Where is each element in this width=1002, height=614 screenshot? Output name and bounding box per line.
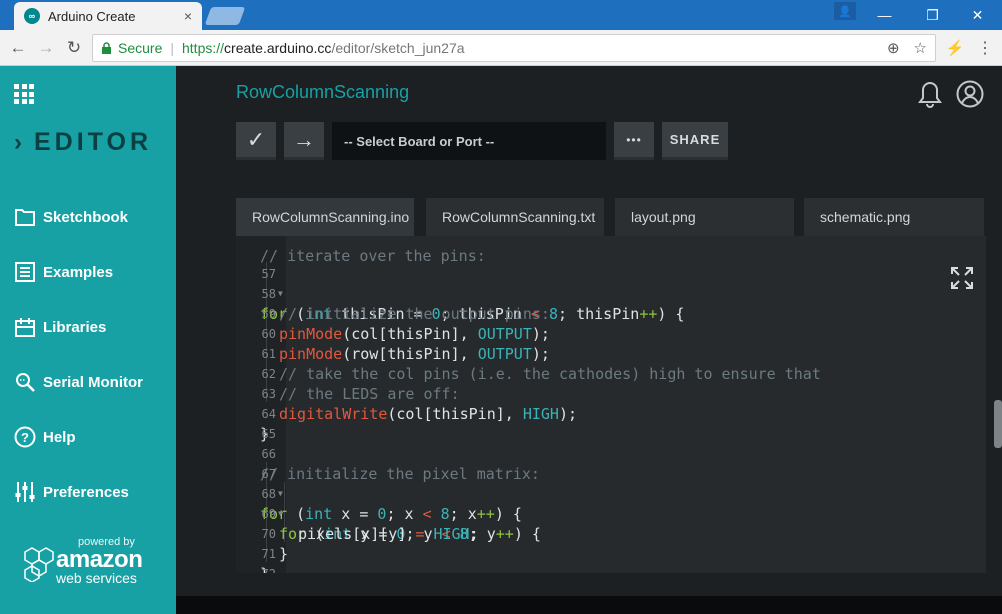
sketch-title[interactable]: RowColumnScanning: [236, 82, 409, 103]
code-line: 69 pixels[x][y] = HIGH;: [236, 484, 986, 543]
sliders-icon: [14, 481, 36, 503]
code-line: 71 }: [236, 524, 986, 573]
svg-text:?: ?: [21, 430, 29, 445]
aws-web-services: web services: [56, 570, 137, 586]
editor-scrollbar[interactable]: [994, 400, 1002, 448]
back-button[interactable]: ←: [6, 36, 30, 60]
code-line: 57 ▼ for (int thisPin = 0; thisPin < 8; …: [236, 244, 986, 323]
close-tab-icon[interactable]: ×: [184, 8, 192, 24]
code-line: 60 pinMode(row[thisPin], OUTPUT);: [236, 304, 986, 363]
aws-logo: powered by amazon web services: [22, 536, 152, 586]
sidebar-item-sketchbook[interactable]: Sketchbook: [14, 204, 128, 230]
address-bar[interactable]: Secure | https:// create.arduino.cc /edi…: [92, 34, 936, 62]
bookmark-star-icon[interactable]: ☆: [914, 39, 927, 57]
code-line: 59 pinMode(col[thisPin], OUTPUT);: [236, 284, 986, 343]
share-button[interactable]: SHARE: [662, 122, 728, 160]
code-line: 72 }: [236, 544, 986, 573]
sidebar-item-examples[interactable]: Examples: [14, 259, 113, 285]
status-bar: [176, 596, 1002, 614]
chevron-right-icon: ›: [14, 128, 26, 156]
arduino-logo-icon: ∞: [24, 8, 40, 24]
user-account-icon[interactable]: [956, 80, 984, 108]
bell-icon[interactable]: [918, 80, 942, 108]
sidebar-item-label: Sketchbook: [43, 208, 129, 226]
profile-icon[interactable]: 👤: [834, 2, 856, 20]
code-line: 58 // initialize the output pins:: [236, 264, 986, 323]
tab-rowcolumnscanning-txt[interactable]: RowColumnScanning.txt: [426, 198, 604, 236]
minimize-button[interactable]: —: [862, 0, 907, 30]
upload-button[interactable]: →: [284, 122, 324, 160]
url-host: create.arduino.cc: [224, 40, 332, 56]
editor-label: EDITOR: [34, 128, 152, 156]
code-line: 65: [236, 404, 986, 441]
sidebar-item-label: Serial Monitor: [43, 373, 144, 391]
url-scheme: https://: [182, 40, 225, 56]
extension-icon[interactable]: ⚡: [944, 36, 966, 60]
restore-button[interactable]: ❐: [910, 0, 955, 30]
tab-layout-png[interactable]: layout.png: [615, 198, 794, 236]
code-line: 67 ▼ for (int x = 0; x < 8; x++) {: [236, 444, 986, 523]
code-editor[interactable]: // iterate over the pins: 57 ▼ for (int …: [236, 236, 986, 573]
more-options-button[interactable]: •••: [614, 122, 654, 160]
aws-cubes-icon: [24, 547, 54, 582]
sidebar-item-label: Libraries: [43, 318, 107, 336]
list-icon: [14, 261, 36, 283]
browser-tab-arduino-create[interactable]: ∞ Arduino Create ×: [14, 2, 202, 30]
code-line: 61 // take the col pins (i.e. the cathod…: [236, 324, 986, 383]
question-icon: ?: [14, 426, 36, 448]
browser-titlebar: ∞ Arduino Create × 👤 — ❐ ✕: [0, 0, 1002, 30]
url-path: /editor/sketch_jun27a: [331, 40, 465, 56]
code-line: 66 // initialize the pixel matrix:: [236, 424, 986, 483]
tab-rowcolumnscanning-ino[interactable]: RowColumnScanning.ino: [236, 198, 414, 236]
code-line: 68 ▼ for (int y = 0; y < 8; y++) {: [236, 464, 986, 543]
code-line: 62 // the LEDS are off:: [236, 344, 986, 403]
forward-button[interactable]: →: [34, 36, 58, 60]
code-line: 64 }: [236, 384, 986, 443]
browser-menu-icon[interactable]: ⋮: [974, 36, 996, 60]
code-line: 70 }: [236, 504, 986, 563]
folder-icon: [14, 206, 36, 228]
close-window-button[interactable]: ✕: [955, 0, 1000, 30]
new-tab-button[interactable]: [204, 7, 246, 25]
sidebar-item-label: Examples: [43, 263, 114, 281]
sidebar-item-label: Help: [43, 428, 76, 446]
code-line: 63 digitalWrite(col[thisPin], HIGH);: [236, 364, 986, 423]
zoom-icon[interactable]: ⊕: [887, 39, 900, 57]
apps-grid-icon[interactable]: [14, 84, 34, 104]
sidebar-item-serial-monitor[interactable]: Serial Monitor: [14, 369, 143, 395]
sidebar-item-libraries[interactable]: Libraries: [14, 314, 106, 340]
lock-icon: [102, 41, 111, 54]
secure-label: Secure: [118, 40, 163, 56]
tab-schematic-png[interactable]: schematic.png: [804, 198, 984, 236]
editor-main: RowColumnScanning ✓ → -- Select Board or…: [176, 66, 1002, 614]
sidebar-item-label: Preferences: [43, 483, 129, 501]
board-port-select[interactable]: -- Select Board or Port --: [332, 122, 606, 160]
code-line: 73: [236, 564, 986, 573]
magnifier-icon: [14, 371, 36, 393]
omnibox-actions: ⊕ ☆: [873, 39, 927, 57]
editor-heading: › EDITOR: [14, 128, 152, 157]
sidebar-item-preferences[interactable]: Preferences: [14, 479, 129, 505]
url-separator: |: [170, 40, 174, 56]
tab-title: Arduino Create: [48, 8, 136, 24]
sidebar-item-help[interactable]: ? Help: [14, 424, 76, 450]
app-sidebar: › EDITOR Sketchbook Examples Libraries S…: [0, 66, 176, 614]
browser-toolbar: ← → ↻ Secure | https:// create.arduino.c…: [0, 30, 1002, 66]
verify-button[interactable]: ✓: [236, 122, 276, 160]
reload-button[interactable]: ↻: [62, 36, 86, 60]
books-icon: [14, 316, 36, 338]
fullscreen-expand-icon[interactable]: [950, 266, 974, 290]
